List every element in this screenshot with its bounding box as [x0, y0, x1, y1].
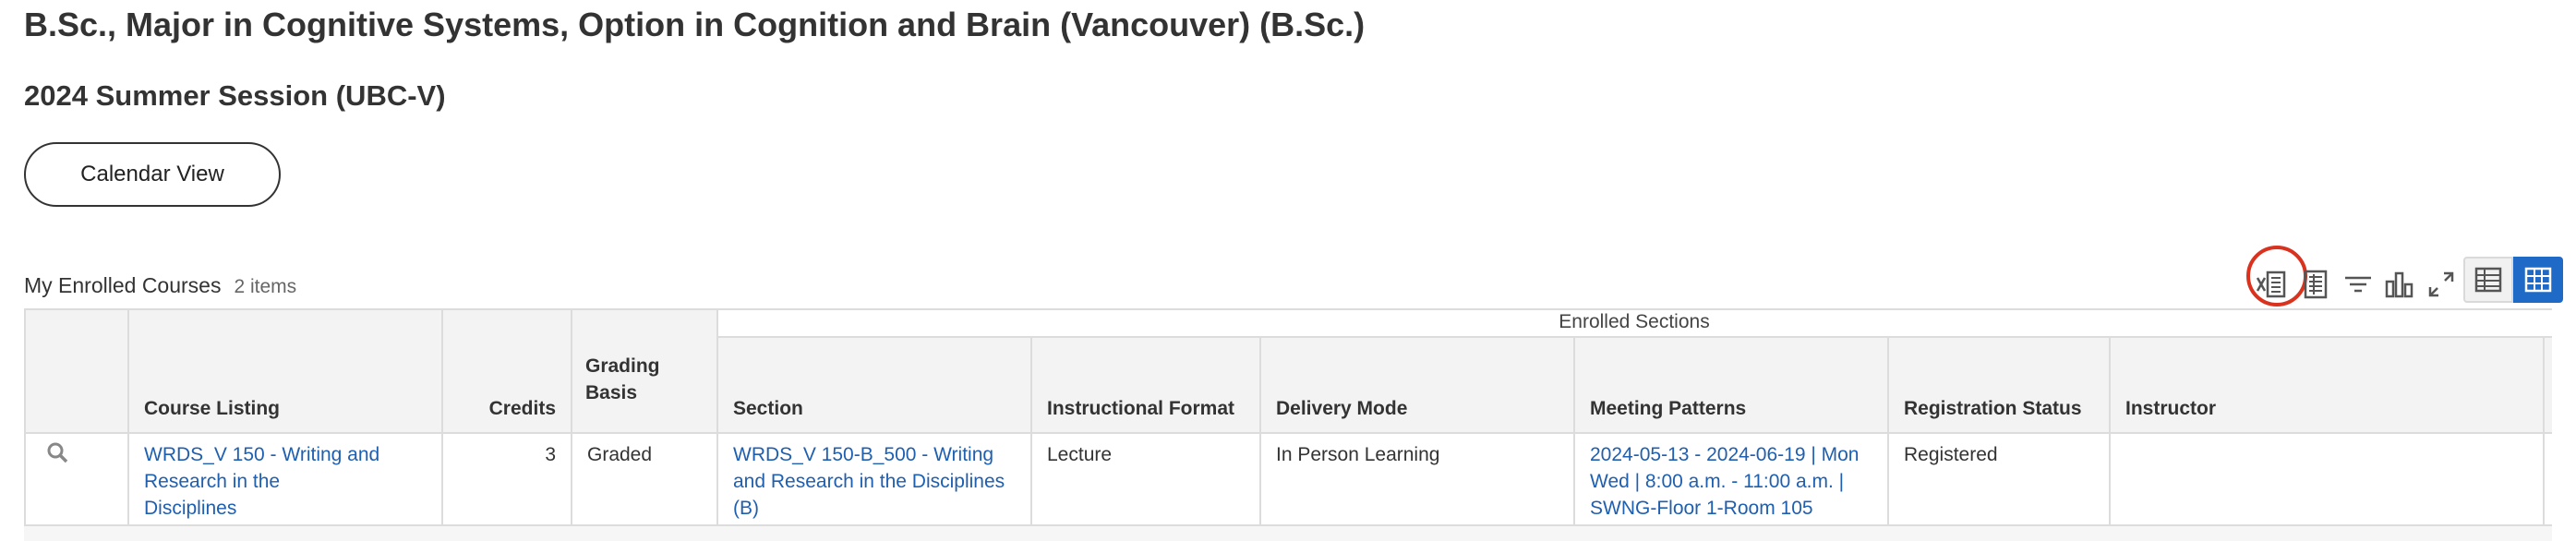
- section-line: WRDS_V 150-B_500 - Writing: [733, 444, 994, 465]
- column-header-section[interactable]: Section: [733, 367, 1010, 421]
- course-listing-line: WRDS_V 150 - Writing and: [144, 444, 380, 465]
- delivery-mode-value: In Person Learning: [1276, 444, 1440, 465]
- registration-status-value: Registered: [1904, 444, 1998, 465]
- table-view-icon[interactable]: [2463, 257, 2513, 303]
- meeting-pattern-line: 2024-05-13 - 2024-06-19 | Mon: [1590, 444, 1860, 465]
- meeting-pattern-line: Wed | 8:00 a.m. - 11:00 a.m. |: [1590, 471, 1845, 492]
- column-header-course-listing[interactable]: Course Listing: [144, 367, 421, 421]
- export-excel-icon[interactable]: [2251, 260, 2292, 308]
- course-listing-line: Research in the: [144, 471, 281, 492]
- column-header-grading-basis[interactable]: Grading Basis: [585, 355, 705, 405]
- filter-icon[interactable]: [2338, 260, 2378, 308]
- group-header-enrolled-sections: Enrolled Sections: [716, 308, 2552, 336]
- section-line: (B): [733, 498, 759, 519]
- meeting-pattern-line: SWNG-Floor 1-Room 105: [1590, 498, 1813, 519]
- section-line: and Research in the Disciplines: [733, 471, 1005, 492]
- magnifier-icon[interactable]: [42, 438, 76, 471]
- column-header-instructional-format[interactable]: Instructional Format: [1047, 367, 1250, 421]
- grading-basis-line-2: Basis: [585, 382, 638, 403]
- grid-title: My Enrolled Courses: [24, 273, 222, 297]
- grid-view-icon[interactable]: [2513, 257, 2563, 303]
- grid-item-count: 2 items: [234, 276, 297, 297]
- course-listing-line: Disciplines: [144, 498, 237, 519]
- instructional-format-value: Lecture: [1047, 444, 1113, 465]
- fullscreen-icon[interactable]: [2421, 260, 2462, 308]
- course-listing-link[interactable]: WRDS_V 150 - Writing and Research in the…: [144, 441, 439, 522]
- column-header-delivery-mode[interactable]: Delivery Mode: [1276, 367, 1553, 421]
- grid-label: My Enrolled Courses 2 items: [24, 273, 296, 298]
- meeting-pattern-link[interactable]: 2024-05-13 - 2024-06-19 | Mon Wed | 8:00…: [1590, 441, 1885, 522]
- export-pdf-icon[interactable]: [2295, 260, 2336, 308]
- column-header-meeting-patterns[interactable]: Meeting Patterns: [1590, 367, 1867, 421]
- chart-icon[interactable]: [2379, 260, 2420, 308]
- enrolled-courses-grid: Enrolled Sections Course Listing Credits…: [24, 308, 2552, 541]
- credits-value: 3: [545, 444, 556, 465]
- column-header-credits[interactable]: Credits: [458, 367, 556, 421]
- session-title: 2024 Summer Session (UBC-V): [24, 79, 446, 112]
- column-header-instructor[interactable]: Instructor: [2125, 367, 2402, 421]
- table-row: [24, 526, 2552, 541]
- calendar-view-button[interactable]: Calendar View: [24, 142, 281, 207]
- grading-basis-value: Graded: [587, 444, 653, 465]
- column-header-registration-status[interactable]: Registration Status: [1904, 367, 2107, 421]
- page-title: B.Sc., Major in Cognitive Systems, Optio…: [24, 6, 1366, 43]
- section-link[interactable]: WRDS_V 150-B_500 - Writing and Research …: [733, 441, 1029, 522]
- grading-basis-line-1: Grading: [585, 355, 660, 377]
